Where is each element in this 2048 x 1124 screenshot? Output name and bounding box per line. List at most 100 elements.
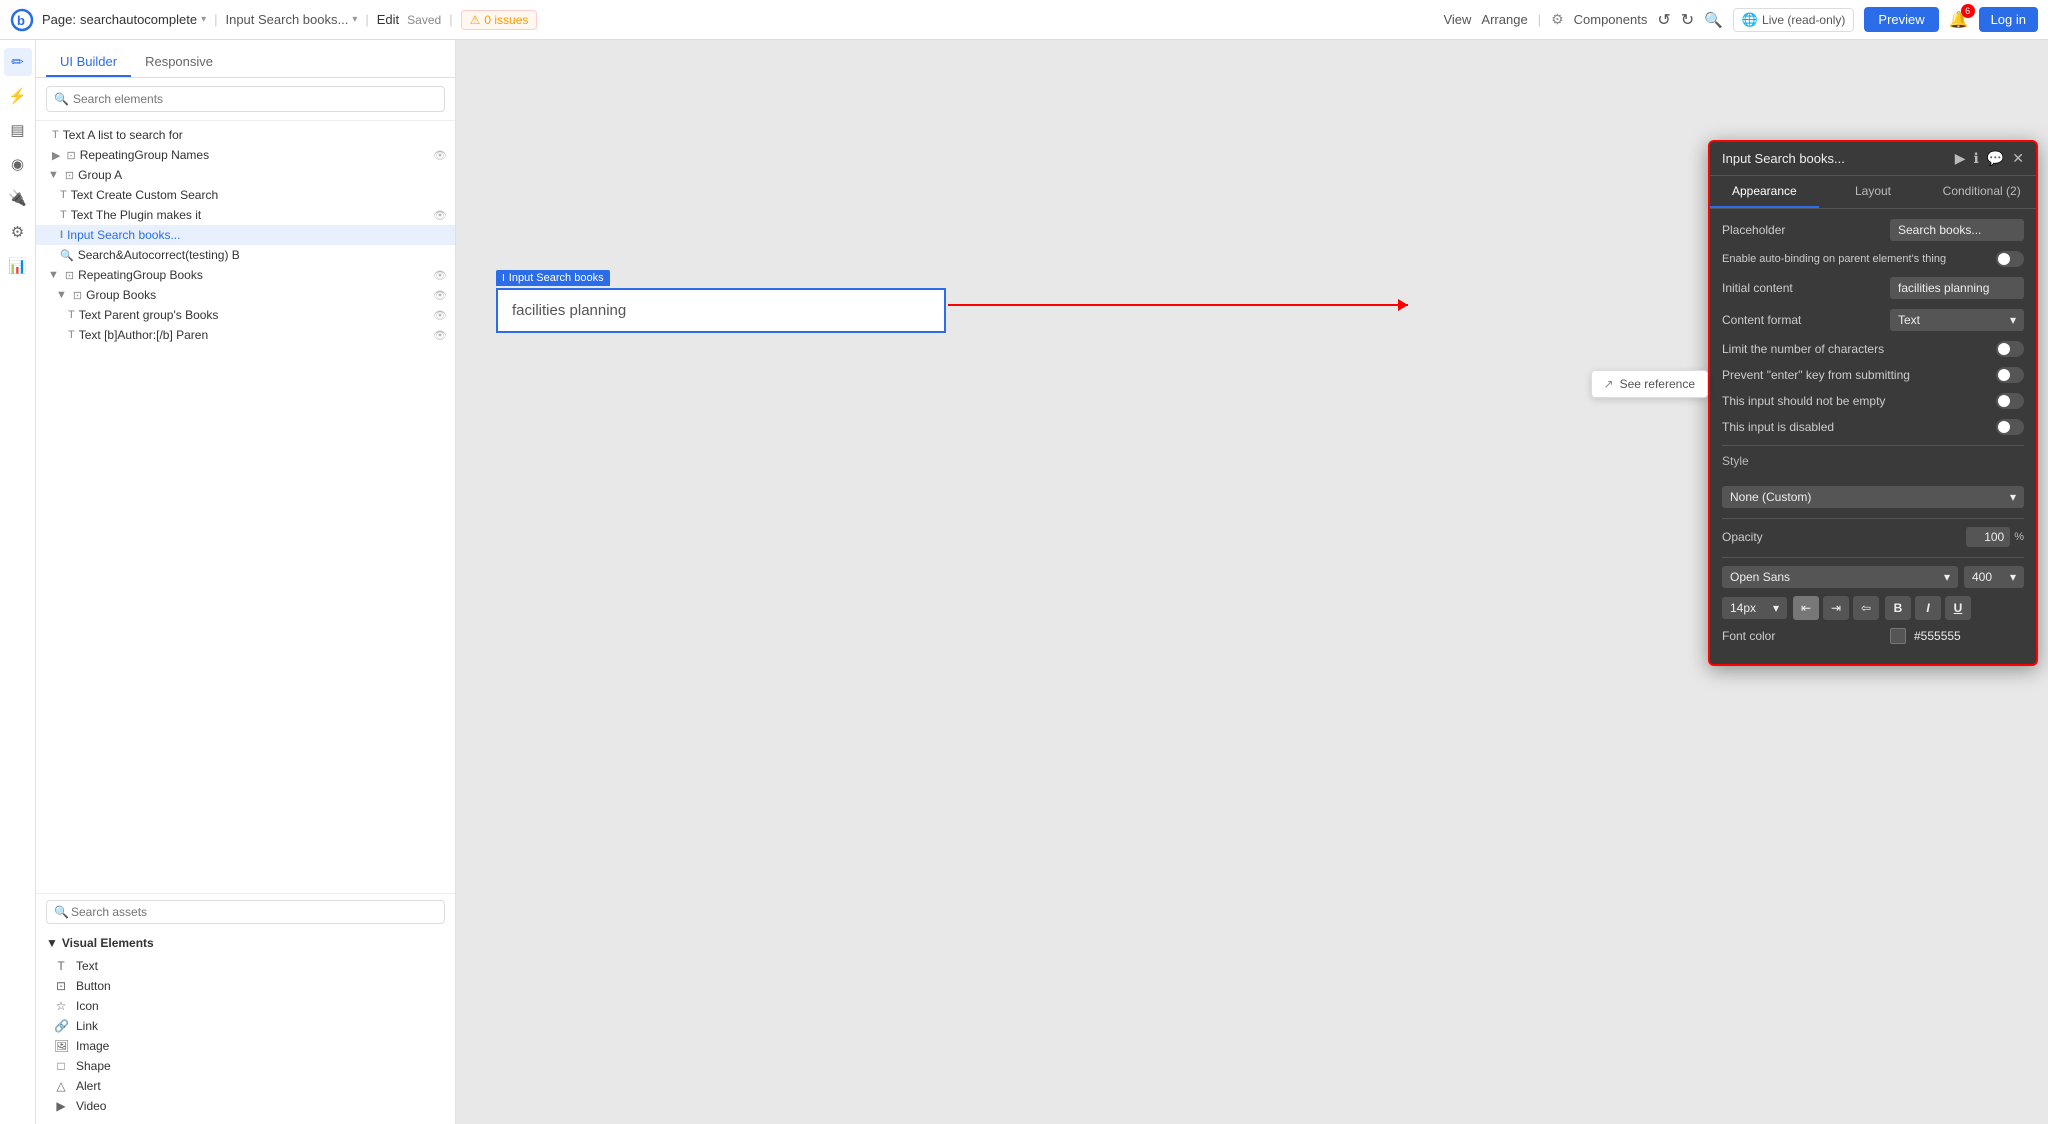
sidebar-icon-styles[interactable]: ◉ (4, 150, 32, 178)
sidebar-icon-plugins[interactable]: 🔌 (4, 184, 32, 212)
info-icon[interactable]: ℹ (1974, 150, 1979, 167)
icon-sidebar: ✏ ⚡ ▤ ◉ 🔌 ⚙ 📊 (0, 40, 36, 1124)
notifications[interactable]: 🔔 6 (1949, 10, 1969, 30)
eye-icon-group-books[interactable]: 👁 (433, 289, 447, 302)
redo-btn[interactable]: ↻ (1681, 10, 1694, 30)
page-chevron[interactable]: ▾ (201, 14, 206, 25)
view-btn[interactable]: View (1443, 12, 1471, 27)
see-reference-tooltip[interactable]: ↗ See reference (1591, 370, 1708, 398)
input-icon: I (502, 273, 505, 284)
asset-text[interactable]: T Text (36, 956, 455, 976)
font-color-value: #555555 (1914, 629, 1961, 643)
canvas-input-value: facilities planning (512, 302, 626, 319)
login-btn[interactable]: Log in (1979, 7, 2038, 32)
tree-item-group-books[interactable]: ▼ ⊡ Group Books 👁 (36, 285, 455, 305)
prevent-enter-toggle[interactable] (1996, 367, 2024, 383)
auto-binding-toggle[interactable] (1996, 251, 2024, 267)
font-family-select[interactable]: Open Sans ▾ (1722, 566, 1958, 588)
tree-item-rg-books[interactable]: ▼ ⊡ RepeatingGroup Books 👁 (36, 265, 455, 285)
underline-btn[interactable]: U (1945, 596, 1971, 620)
italic-btn[interactable]: I (1915, 596, 1941, 620)
eye-icon-text-author[interactable]: 👁 (433, 329, 447, 342)
sidebar-icon-logs[interactable]: 📊 (4, 252, 32, 280)
eye-icon-plugin[interactable]: 👁 (433, 209, 447, 222)
limit-chars-label: Limit the number of characters (1722, 342, 1988, 356)
tree-item-text-author[interactable]: T Text [b]Author:[/b] Paren 👁 (36, 325, 455, 345)
left-panel: UI Builder Responsive 🔍 T Text A list to… (36, 40, 456, 1124)
sidebar-icon-data[interactable]: ▤ (4, 116, 32, 144)
search-btn[interactable]: 🔍 (1704, 11, 1723, 29)
sidebar-icon-settings[interactable]: ⚙ (4, 218, 32, 246)
canvas-element-label: I Input Search books (496, 270, 610, 286)
font-color-row: Font color #555555 (1722, 628, 2024, 644)
font-color-swatch[interactable] (1890, 628, 1906, 644)
tab-layout[interactable]: Layout (1819, 176, 1928, 208)
not-empty-toggle[interactable] (1996, 393, 2024, 409)
asset-video[interactable]: ▶ Video (36, 1096, 455, 1116)
align-center-btn[interactable]: ⇥ (1823, 596, 1849, 620)
tree-item-text-create[interactable]: T Text Create Custom Search (36, 185, 455, 205)
elements-search-input[interactable] (46, 86, 445, 112)
opacity-unit: % (2014, 531, 2024, 543)
page-name[interactable]: searchautocomplete (80, 12, 197, 27)
tab-responsive[interactable]: Responsive (131, 48, 227, 77)
align-right-btn[interactable]: ⇦ (1853, 596, 1879, 620)
sidebar-icon-workflow[interactable]: ⚡ (4, 82, 32, 110)
asset-image[interactable]: 🖼 Image (36, 1036, 455, 1056)
font-weight-select[interactable]: 400 ▾ (1964, 566, 2024, 588)
play-icon[interactable]: ▶ (1955, 150, 1966, 167)
asset-button[interactable]: ⊡ Button (36, 976, 455, 996)
asset-link[interactable]: 🔗 Link (36, 1016, 455, 1036)
preview-btn[interactable]: Preview (1864, 7, 1938, 32)
live-indicator[interactable]: 🌐 Live (read-only) (1733, 8, 1855, 32)
opacity-input[interactable] (1966, 527, 2010, 547)
eye-icon-rg-books[interactable]: 👁 (433, 269, 447, 282)
components-btn[interactable]: Components (1574, 12, 1648, 27)
undo-btn[interactable]: ↺ (1657, 10, 1670, 30)
shape-icon: □ (54, 1059, 68, 1073)
canvas-input-box[interactable]: facilities planning (496, 288, 946, 333)
comment-icon[interactable]: 💬 (1987, 150, 2004, 167)
eye-icon-rg-names[interactable]: 👁 (433, 149, 447, 162)
rp-header: Input Search books... ▶ ℹ 💬 ✕ (1710, 142, 2036, 176)
asset-shape[interactable]: □ Shape (36, 1056, 455, 1076)
tree-item-search-autocorrect[interactable]: 🔍 Search&Autocorrect(testing) B (36, 245, 455, 265)
tab-conditional[interactable]: Conditional (2) (1927, 176, 2036, 208)
see-reference-icon: ↗ (1604, 377, 1614, 391)
content-format-select[interactable]: Text ▾ (1890, 309, 2024, 331)
tree-item-input-search[interactable]: I Input Search books... (36, 225, 455, 245)
assets-search-input[interactable] (46, 900, 445, 924)
font-size-select[interactable]: 14px ▾ (1722, 597, 1787, 619)
tab-appearance[interactable]: Appearance (1710, 176, 1819, 208)
disabled-toggle[interactable] (1996, 419, 2024, 435)
tree-item-rg-names[interactable]: ▶ ⊡ RepeatingGroup Names 👁 (36, 145, 455, 165)
tree-item-text-plugin[interactable]: T Text The Plugin makes it 👁 (36, 205, 455, 225)
logo: b (10, 8, 34, 32)
align-left-btn[interactable]: ⇤ (1793, 596, 1819, 620)
close-icon[interactable]: ✕ (2012, 150, 2024, 167)
eye-icon-text-parent[interactable]: 👁 (433, 309, 447, 322)
canvas-label-text: Input Search books (509, 272, 604, 284)
content-format-value: Text (1898, 313, 1920, 327)
visual-elements-header[interactable]: ▼ Visual Elements (36, 930, 455, 954)
initial-content-input[interactable] (1890, 277, 2024, 299)
sidebar-icon-ui[interactable]: ✏ (4, 48, 32, 76)
issues-badge[interactable]: ⚠ 0 issues (461, 10, 538, 30)
arrange-btn[interactable]: Arrange (1481, 12, 1527, 27)
asset-shape-label: Shape (76, 1059, 111, 1073)
limit-chars-toggle[interactable] (1996, 341, 2024, 357)
style-select[interactable]: None (Custom) ▾ (1722, 486, 2024, 508)
video-icon: ▶ (54, 1099, 68, 1113)
page-indicator: Page: searchautocomplete ▾ (42, 12, 206, 27)
element-dropdown[interactable]: Input Search books... ▾ (225, 12, 357, 27)
tree-item-group-a[interactable]: ▼ ⊡ Group A (36, 165, 455, 185)
tree-item-text-list[interactable]: T Text A list to search for (36, 125, 455, 145)
placeholder-input[interactable] (1890, 219, 2024, 241)
tab-ui-builder[interactable]: UI Builder (46, 48, 131, 77)
edit-label[interactable]: Edit (377, 12, 399, 27)
asset-alert[interactable]: △ Alert (36, 1076, 455, 1096)
font-controls: Open Sans ▾ 400 ▾ (1722, 566, 2024, 588)
bold-btn[interactable]: B (1885, 596, 1911, 620)
asset-icon[interactable]: ☆ Icon (36, 996, 455, 1016)
tree-item-text-parent[interactable]: T Text Parent group's Books 👁 (36, 305, 455, 325)
